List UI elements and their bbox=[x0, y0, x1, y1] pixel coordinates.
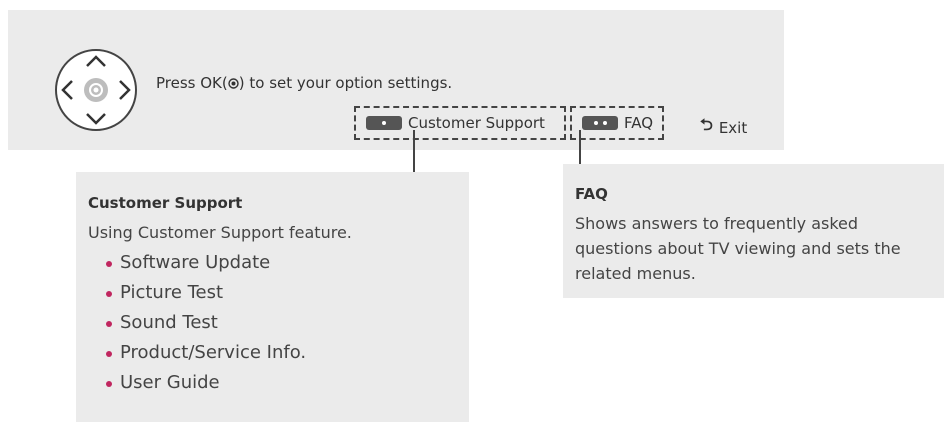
remote-button-icon bbox=[366, 116, 402, 130]
instruction-text: Press OK( ) to set your option settings. bbox=[156, 74, 452, 92]
faq-label: FAQ bbox=[624, 114, 654, 132]
remote-button-icon bbox=[582, 116, 618, 130]
customer-support-panel: Customer Support Using Customer Support … bbox=[76, 172, 469, 422]
navigation-dpad-icon bbox=[55, 49, 137, 131]
list-item: Software Update bbox=[106, 248, 469, 278]
remote-help-bar: Press OK() to set your option settings. … bbox=[8, 10, 784, 150]
list-item: Product/Service Info. bbox=[106, 338, 469, 368]
customer-support-button[interactable]: Customer Support bbox=[354, 106, 566, 140]
ok-button-icon bbox=[228, 78, 239, 89]
list-item-label: Picture Test bbox=[120, 282, 224, 303]
customer-support-feature-list: Software Update Picture Test Sound Test … bbox=[88, 248, 469, 398]
bullet-icon bbox=[106, 291, 112, 297]
customer-support-label: Customer Support bbox=[408, 114, 545, 132]
customer-support-connector bbox=[413, 130, 415, 172]
faq-button[interactable]: FAQ bbox=[570, 106, 664, 140]
back-arrow-icon: ⮌ bbox=[700, 115, 713, 134]
exit-button[interactable]: ⮌ Exit bbox=[700, 114, 747, 141]
customer-support-description: Using Customer Support feature. bbox=[88, 223, 352, 242]
list-item: Sound Test bbox=[106, 308, 469, 338]
bullet-icon bbox=[106, 381, 112, 387]
list-item: User Guide bbox=[106, 368, 469, 398]
instruction-prefix: Press OK( bbox=[156, 74, 228, 92]
faq-description: Shows answers to frequently asked questi… bbox=[575, 214, 901, 283]
list-item-label: Sound Test bbox=[120, 312, 218, 333]
exit-label: Exit bbox=[718, 118, 748, 137]
list-item-label: Product/Service Info. bbox=[120, 342, 307, 363]
list-item: Picture Test bbox=[106, 278, 469, 308]
faq-panel: FAQ Shows answers to frequently asked qu… bbox=[563, 164, 944, 298]
list-item-label: Software Update bbox=[120, 252, 271, 273]
bullet-icon bbox=[106, 321, 112, 327]
customer-support-title: Customer Support bbox=[88, 194, 243, 212]
bullet-icon bbox=[106, 351, 112, 357]
bullet-icon bbox=[106, 261, 112, 267]
instruction-suffix: ) to set your option settings. bbox=[238, 74, 453, 92]
faq-connector bbox=[579, 130, 581, 164]
faq-title: FAQ bbox=[575, 185, 608, 203]
list-item-label: User Guide bbox=[120, 372, 220, 393]
